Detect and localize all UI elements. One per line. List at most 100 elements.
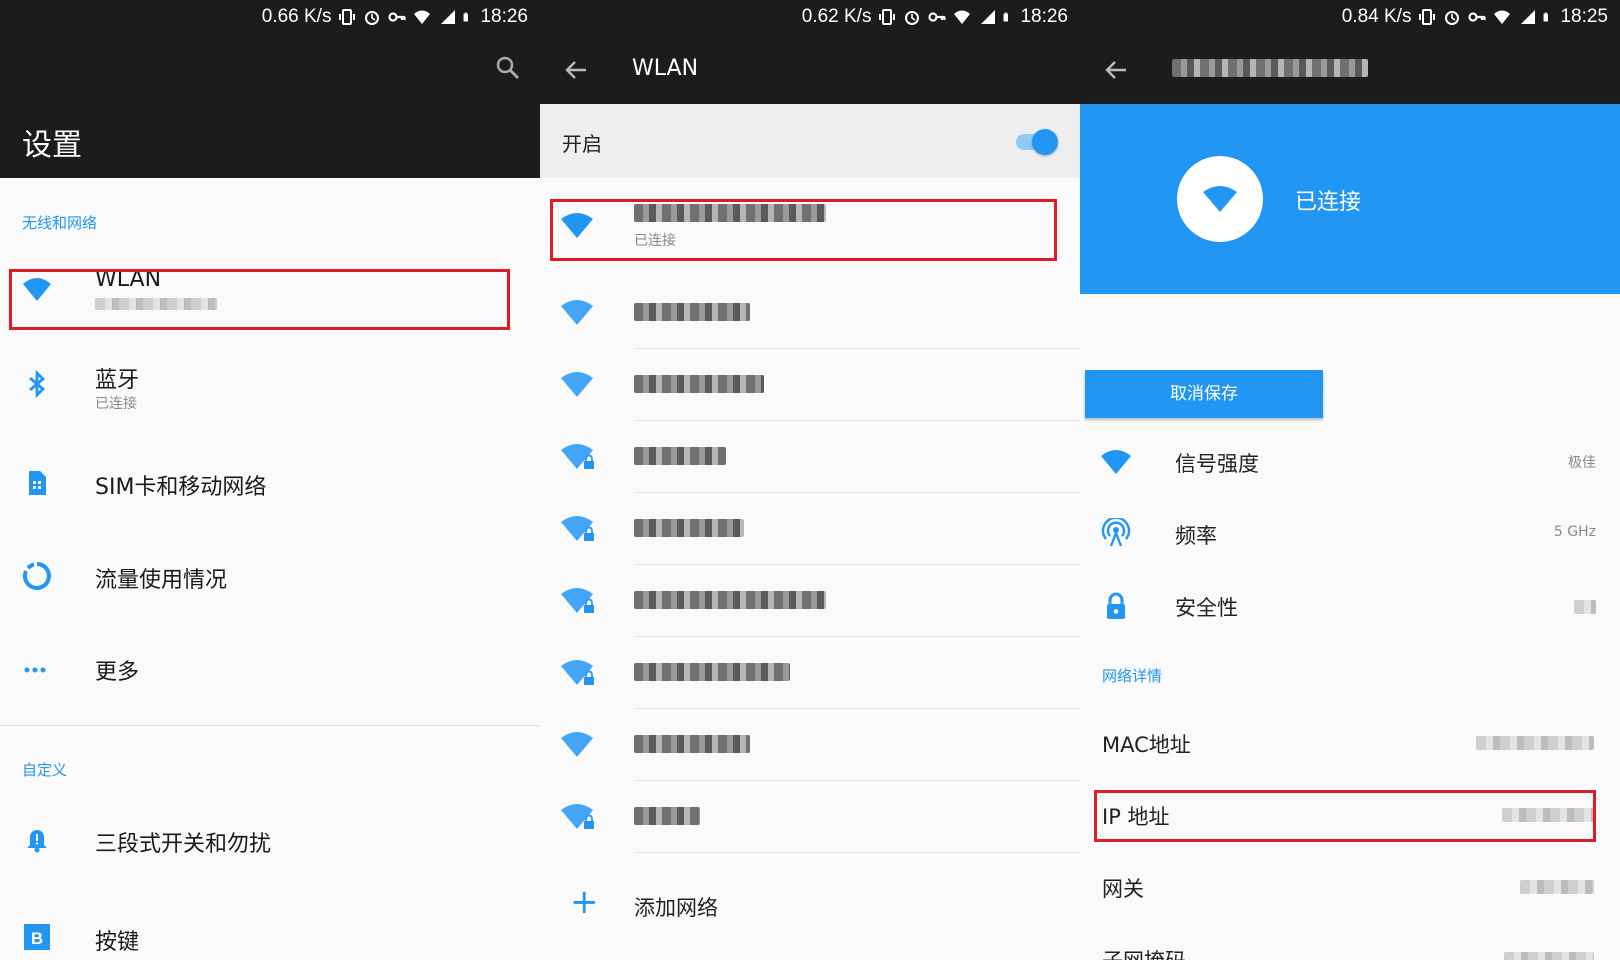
- switch-label: 开启: [562, 132, 602, 156]
- wifi-locked-icon: [561, 444, 594, 469]
- page-title: WLAN: [632, 56, 699, 81]
- detail-value-redacted: [1476, 735, 1594, 754]
- highlight-box: [9, 269, 510, 330]
- alarm-icon: [365, 11, 380, 25]
- wifi-network-item[interactable]: [540, 421, 1080, 493]
- wlan-toggle[interactable]: [1016, 129, 1058, 155]
- wifi-network-item[interactable]: [540, 781, 1080, 853]
- vibrate-icon: [339, 9, 356, 25]
- connection-header: 已连接: [1080, 104, 1620, 294]
- wifi-status-icon: [1494, 10, 1511, 24]
- buttons-b-icon: B: [24, 924, 50, 950]
- toolbar: WLAN: [540, 34, 1080, 104]
- settings-screen: 0.66 K/s 18:26 设置 无线和网络 WLAN 蓝牙 已连接 SIM卡…: [0, 0, 540, 960]
- settings-item-sub: 已连接: [95, 396, 137, 412]
- network-name-redacted: [634, 303, 750, 325]
- wifi-network-item[interactable]: [540, 565, 1080, 637]
- clock: 18:26: [480, 6, 528, 27]
- settings-item-data-usage[interactable]: 流量使用情况: [0, 536, 540, 616]
- vibrate-icon: [1419, 9, 1436, 25]
- detail-row-gateway: 网关: [1080, 851, 1620, 923]
- status-bar: 0.66 K/s 18:26: [0, 0, 540, 34]
- settings-item-label: 更多: [95, 660, 140, 685]
- wifi-network-item[interactable]: [540, 637, 1080, 709]
- settings-item-label: 流量使用情况: [95, 568, 228, 593]
- info-row-frequency: 频率 5 GHz: [1080, 498, 1620, 570]
- highlight-box: [550, 199, 1057, 261]
- toolbar: [0, 34, 540, 104]
- network-name-redacted: [634, 663, 790, 685]
- security-value-redacted: [1574, 600, 1596, 618]
- info-label: 安全性: [1175, 596, 1238, 620]
- network-detail-screen: 0.84 K/s 18:25 已连接 取消保存 信号强度 极佳 频率 5 GHz…: [1080, 0, 1620, 960]
- status-bar: 0.84 K/s 18:25: [1080, 0, 1620, 34]
- net-speed: 0.62 K/s: [801, 6, 872, 27]
- signal-icon: [441, 10, 456, 24]
- settings-item-label: 三段式开关和勿扰: [95, 832, 272, 857]
- wifi-icon: [561, 300, 593, 325]
- wifi-locked-icon: [561, 516, 594, 541]
- add-icon: +: [570, 882, 599, 922]
- section-custom-header: 自定义: [22, 761, 68, 779]
- wifi-icon: [561, 732, 593, 757]
- status-circle: [1177, 156, 1263, 242]
- signal-icon: [981, 10, 996, 24]
- divider: [0, 725, 540, 726]
- wifi-locked-icon: [561, 588, 594, 613]
- settings-item-more[interactable]: 更多: [0, 630, 540, 710]
- vpn-key-icon: [928, 12, 947, 22]
- wifi-network-item[interactable]: [540, 349, 1080, 421]
- detail-row-subnet: 子网掩码: [1080, 923, 1620, 960]
- wlan-master-switch-row[interactable]: 开启: [540, 104, 1080, 178]
- info-label: 信号强度: [1175, 452, 1259, 476]
- section-details-header: 网络详情: [1102, 667, 1163, 685]
- detail-label: 子网掩码: [1102, 945, 1186, 960]
- back-arrow-icon[interactable]: [562, 56, 590, 84]
- add-network-label: 添加网络: [634, 896, 718, 920]
- alarm-icon: [905, 11, 920, 25]
- alert-bell-icon: [27, 830, 47, 853]
- signal-icon: [1521, 10, 1536, 24]
- antenna-icon: [1101, 518, 1131, 547]
- divider: [634, 852, 1080, 853]
- wifi-icon: [561, 372, 593, 397]
- wifi-network-item[interactable]: [540, 493, 1080, 565]
- settings-item-sim[interactable]: SIM卡和移动网络: [0, 443, 540, 523]
- status-bar: 0.62 K/s 18:26: [540, 0, 1080, 34]
- more-dots-icon: [24, 667, 46, 673]
- vibrate-icon: [879, 9, 896, 25]
- info-row-security: 安全性: [1080, 570, 1620, 642]
- wifi-status-icon: [414, 10, 431, 24]
- add-network-row[interactable]: + 添加网络: [540, 870, 1080, 942]
- settings-item-label: SIM卡和移动网络: [95, 475, 267, 500]
- svg-text:B: B: [31, 929, 43, 948]
- info-value: 5 GHz: [1553, 524, 1596, 540]
- wifi-network-item[interactable]: [540, 709, 1080, 781]
- search-icon[interactable]: [494, 54, 522, 82]
- back-arrow-icon[interactable]: [1102, 56, 1130, 84]
- info-value: 极佳: [1568, 455, 1596, 471]
- info-label: 频率: [1175, 524, 1217, 548]
- network-name-redacted: [634, 735, 750, 757]
- network-name-redacted: [634, 447, 726, 469]
- detail-row-mac: MAC地址: [1080, 707, 1620, 779]
- net-speed: 0.84 K/s: [1341, 6, 1412, 27]
- clock: 18:25: [1560, 6, 1608, 27]
- forget-network-button[interactable]: 取消保存: [1085, 370, 1323, 418]
- network-name-redacted: [634, 375, 764, 397]
- wifi-locked-icon: [561, 804, 594, 829]
- connection-status: 已连接: [1295, 190, 1362, 215]
- toolbar: [1080, 34, 1620, 104]
- settings-item-bluetooth[interactable]: 蓝牙 已连接: [0, 345, 540, 425]
- settings-item-alert-slider[interactable]: 三段式开关和勿扰: [0, 800, 540, 880]
- vpn-key-icon: [1468, 12, 1487, 22]
- settings-item-buttons[interactable]: B 按键: [0, 896, 540, 960]
- page-title: 设置: [22, 128, 82, 163]
- battery-icon: [1004, 12, 1009, 22]
- wlan-screen: 0.62 K/s 18:26 WLAN 开启 已连接 + 添加网络: [540, 0, 1080, 960]
- highlight-box: [1094, 790, 1596, 842]
- settings-item-label: 蓝牙: [95, 368, 140, 393]
- info-row-signal: 信号强度 极佳: [1080, 426, 1620, 498]
- wifi-network-item[interactable]: [540, 277, 1080, 349]
- detail-value-redacted: [1504, 951, 1594, 960]
